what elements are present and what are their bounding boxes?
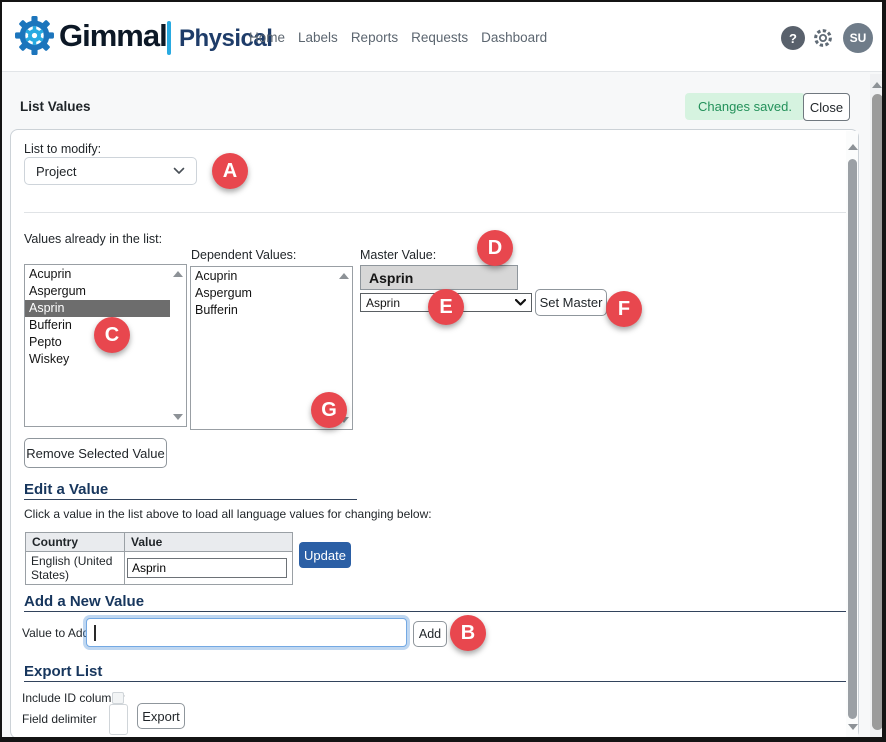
- include-id-checkbox[interactable]: [112, 692, 124, 704]
- close-button[interactable]: Close: [803, 93, 850, 121]
- scroll-down-icon[interactable]: [173, 414, 183, 420]
- scroll-up-icon[interactable]: [848, 144, 858, 150]
- page-title: List Values: [20, 99, 91, 114]
- update-button[interactable]: Update: [299, 542, 351, 568]
- chevron-down-icon: [515, 299, 526, 306]
- nav-item-home[interactable]: Home: [249, 30, 285, 45]
- export-list-heading: Export List: [24, 663, 102, 680]
- value-to-add-input[interactable]: [86, 618, 407, 647]
- master-value-field: Asprin: [360, 265, 518, 290]
- list-item[interactable]: Aspergum: [191, 285, 336, 302]
- list-item[interactable]: Bufferin: [191, 302, 336, 319]
- annotation-badge-a: A: [212, 153, 248, 189]
- scroll-up-icon[interactable]: [339, 273, 349, 279]
- table-row: English (United States): [26, 552, 293, 585]
- list-to-modify-selected-value: Project: [36, 164, 76, 179]
- annotation-badge-b: B: [450, 615, 486, 651]
- app-window: Gimmal Physical Home Labels Reports Requ…: [0, 0, 886, 742]
- add-button[interactable]: Add: [413, 621, 447, 647]
- annotation-badge-e: E: [428, 289, 464, 325]
- page-scrollbar[interactable]: [870, 74, 884, 739]
- panel-scrollbar[interactable]: [846, 131, 858, 737]
- remove-selected-value-button[interactable]: Remove Selected Value: [24, 438, 167, 468]
- edit-value-heading: Edit a Value: [24, 481, 108, 498]
- annotation-badge-d: D: [477, 230, 513, 266]
- master-select-value: Asprin: [366, 296, 400, 310]
- export-button[interactable]: Export: [137, 703, 185, 729]
- dependent-values-label: Dependent Values:: [191, 248, 296, 262]
- scroll-up-icon[interactable]: [872, 82, 882, 88]
- scrollbar-thumb[interactable]: [872, 94, 883, 730]
- annotation-badge-c: C: [94, 317, 130, 353]
- values-list-label: Values already in the list:: [24, 232, 162, 246]
- list-item-selected[interactable]: Asprin: [25, 300, 170, 317]
- section-divider: [24, 212, 847, 213]
- column-header-value: Value: [125, 533, 293, 552]
- edit-value-instructions: Click a value in the list above to load …: [24, 507, 432, 521]
- settings-gear-icon[interactable]: [812, 27, 834, 49]
- field-delimiter-label: Field delimiter: [22, 712, 97, 726]
- country-cell: English (United States): [26, 552, 125, 585]
- section-underline: [24, 499, 357, 500]
- help-icon[interactable]: ?: [781, 26, 805, 50]
- scroll-down-icon[interactable]: [848, 724, 858, 730]
- text-cursor: [94, 625, 96, 641]
- gimmal-logo-gear-icon: [14, 15, 55, 56]
- list-values-panel: [10, 129, 859, 739]
- nav-item-reports[interactable]: Reports: [351, 30, 398, 45]
- list-item[interactable]: Acuprin: [25, 266, 170, 283]
- nav-item-labels[interactable]: Labels: [298, 30, 338, 45]
- column-header-country: Country: [26, 533, 125, 552]
- app-header: Gimmal Physical Home Labels Reports Requ…: [2, 2, 882, 72]
- scroll-up-icon[interactable]: [173, 271, 183, 277]
- annotation-badge-g: G: [311, 392, 347, 428]
- set-master-button[interactable]: Set Master: [535, 289, 607, 316]
- list-item[interactable]: Wiskey: [25, 351, 170, 368]
- add-value-heading: Add a New Value: [24, 593, 144, 610]
- edit-value-input[interactable]: [127, 558, 287, 578]
- brand-divider: [167, 21, 171, 55]
- status-badge: Changes saved.: [685, 93, 805, 120]
- section-underline: [24, 611, 847, 612]
- user-avatar[interactable]: SU: [843, 23, 873, 53]
- value-to-add-label: Value to Add:: [22, 626, 93, 640]
- chevron-down-icon: [173, 167, 185, 175]
- master-value-label: Master Value:: [360, 248, 436, 262]
- list-to-modify-label: List to modify:: [24, 142, 101, 156]
- list-item[interactable]: Acuprin: [191, 268, 336, 285]
- list-to-modify-select[interactable]: Project: [24, 157, 197, 185]
- main-nav: Home Labels Reports Requests Dashboard: [249, 2, 547, 72]
- nav-item-dashboard[interactable]: Dashboard: [481, 30, 547, 45]
- scrollbar-thumb[interactable]: [848, 159, 857, 719]
- include-id-label: Include ID column?: [22, 691, 125, 705]
- section-underline: [24, 681, 847, 682]
- field-delimiter-input[interactable]: [109, 704, 128, 735]
- annotation-badge-f: F: [606, 291, 642, 327]
- nav-item-requests[interactable]: Requests: [411, 30, 468, 45]
- brand-name: Gimmal: [59, 18, 167, 54]
- table-header-row: Country Value: [26, 533, 293, 552]
- edit-value-table: Country Value English (United States): [25, 532, 293, 585]
- list-item[interactable]: Aspergum: [25, 283, 170, 300]
